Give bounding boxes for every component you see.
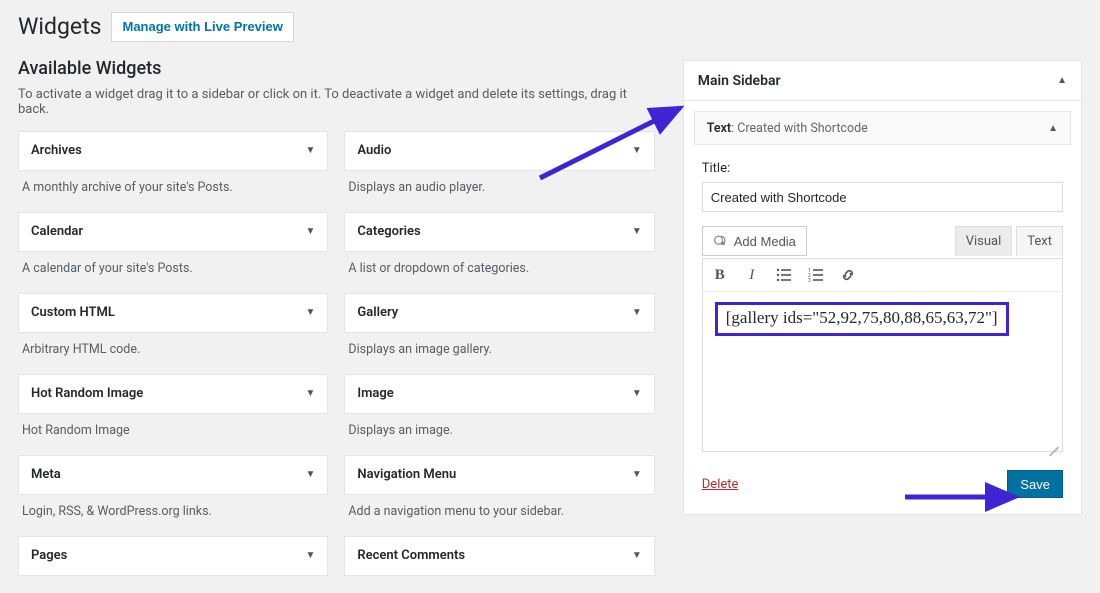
- widget-label: Gallery: [357, 305, 398, 320]
- widget-label: Meta: [31, 467, 61, 482]
- editor-toolbar: B I 123: [702, 258, 1063, 292]
- bold-button[interactable]: B: [711, 266, 729, 284]
- main-sidebar-area: Main Sidebar ▲ Text: Created with Shortc…: [683, 60, 1082, 515]
- page-title: Widgets: [18, 13, 101, 40]
- widget-label: Audio: [357, 143, 391, 158]
- add-media-label: Add Media: [734, 234, 796, 249]
- chevron-down-icon: ▼: [305, 469, 315, 480]
- numbered-list-button[interactable]: 123: [807, 266, 825, 284]
- save-button[interactable]: Save: [1007, 470, 1063, 498]
- widget-description: A calendar of your site's Posts.: [18, 252, 328, 288]
- widget-instance-toggle[interactable]: Text: Created with Shortcode ▲: [694, 111, 1071, 145]
- chevron-down-icon: ▼: [305, 550, 315, 561]
- widget-description: Login, RSS, & WordPress.org links.: [18, 495, 328, 531]
- widget-label: Calendar: [31, 224, 83, 239]
- widget-description: Arbitrary HTML code.: [18, 333, 328, 369]
- link-button[interactable]: [839, 266, 857, 284]
- widget-pages[interactable]: Pages ▼: [18, 536, 328, 576]
- chevron-down-icon: ▼: [305, 226, 315, 237]
- widget-label: Custom HTML: [31, 305, 115, 320]
- chevron-down-icon: ▼: [632, 226, 642, 237]
- shortcode-text: [gallery ids="52,92,75,80,88,65,63,72"]: [715, 302, 1009, 336]
- widget-description: Displays an image gallery.: [344, 333, 654, 369]
- widget-recent-comments[interactable]: Recent Comments ▼: [344, 536, 654, 576]
- title-field-label: Title:: [702, 161, 1063, 176]
- widget-instance-type: Text: [707, 121, 731, 136]
- chevron-down-icon: ▼: [305, 145, 315, 156]
- widget-audio[interactable]: Audio ▼: [344, 131, 654, 171]
- widget-archives[interactable]: Archives ▼: [18, 131, 328, 171]
- widget-label: Categories: [357, 224, 420, 239]
- chevron-up-icon: ▲: [1048, 123, 1058, 134]
- widget-description: Displays an image.: [344, 414, 654, 450]
- widget-description: Displays an audio player.: [344, 171, 654, 207]
- widget-label: Image: [357, 386, 393, 401]
- sidebar-area-toggle[interactable]: Main Sidebar ▲: [684, 61, 1081, 101]
- widget-image[interactable]: Image ▼: [344, 374, 654, 414]
- widget-navigation-menu[interactable]: Navigation Menu ▼: [344, 455, 654, 495]
- title-input[interactable]: [702, 182, 1063, 212]
- widget-label: Recent Comments: [357, 548, 465, 563]
- media-icon: [713, 233, 729, 249]
- widget-categories[interactable]: Categories ▼: [344, 212, 654, 252]
- widget-meta[interactable]: Meta ▼: [18, 455, 328, 495]
- widget-description: A list or dropdown of categories.: [344, 252, 654, 288]
- chevron-down-icon: ▼: [632, 388, 642, 399]
- chevron-down-icon: ▼: [305, 307, 315, 318]
- widget-custom-html[interactable]: Custom HTML ▼: [18, 293, 328, 333]
- chevron-down-icon: ▼: [632, 307, 642, 318]
- widget-label: Navigation Menu: [357, 467, 456, 482]
- widget-gallery[interactable]: Gallery ▼: [344, 293, 654, 333]
- resize-handle-icon[interactable]: [1047, 436, 1059, 448]
- widget-calendar[interactable]: Calendar ▼: [18, 212, 328, 252]
- chevron-down-icon: ▼: [632, 469, 642, 480]
- widget-description: Hot Random Image: [18, 414, 328, 450]
- chevron-down-icon: ▼: [632, 550, 642, 561]
- tab-visual[interactable]: Visual: [955, 226, 1013, 256]
- italic-button[interactable]: I: [743, 266, 761, 284]
- available-widgets-help: To activate a widget drag it to a sideba…: [18, 87, 655, 117]
- bullet-list-button[interactable]: [775, 266, 793, 284]
- available-widgets-heading: Available Widgets: [18, 58, 655, 79]
- add-media-button[interactable]: Add Media: [702, 226, 807, 256]
- widget-hot-random-image[interactable]: Hot Random Image ▼: [18, 374, 328, 414]
- widget-description: A monthly archive of your site's Posts.: [18, 171, 328, 207]
- widget-description: Add a navigation menu to your sidebar.: [344, 495, 654, 531]
- manage-live-preview-button[interactable]: Manage with Live Preview: [111, 12, 293, 42]
- widget-label: Archives: [31, 143, 82, 158]
- svg-text:3: 3: [808, 278, 811, 283]
- chevron-down-icon: ▼: [305, 388, 315, 399]
- chevron-down-icon: ▼: [632, 145, 642, 156]
- tab-text[interactable]: Text: [1016, 226, 1063, 256]
- delete-link[interactable]: Delete: [702, 477, 739, 492]
- chevron-up-icon: ▲: [1057, 75, 1067, 86]
- widget-instance-title: Created with Shortcode: [737, 121, 867, 136]
- sidebar-area-title: Main Sidebar: [698, 73, 781, 89]
- widget-label: Hot Random Image: [31, 386, 143, 401]
- widget-label: Pages: [31, 548, 67, 563]
- content-editor[interactable]: [gallery ids="52,92,75,80,88,65,63,72"]: [702, 292, 1063, 452]
